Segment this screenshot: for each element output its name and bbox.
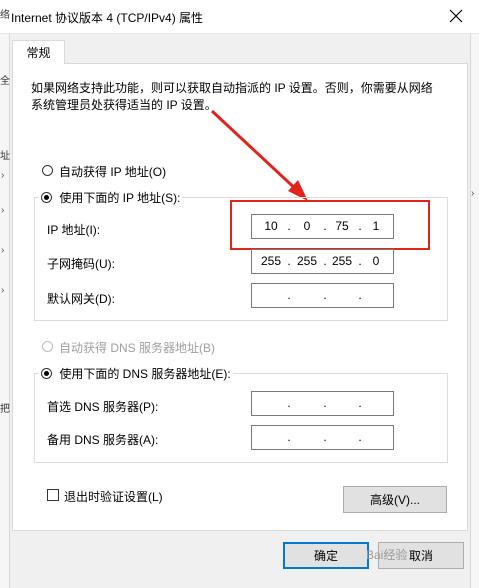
preferred-dns-label: 首选 DNS 服务器(P): (47, 400, 159, 414)
background-text: 址 (0, 151, 10, 162)
advanced-button[interactable]: 高级(V)... (343, 486, 447, 513)
ip-octet: 255 (260, 254, 282, 268)
alternate-dns-field[interactable]: . . . (251, 425, 394, 450)
ip-dot: . (358, 288, 362, 302)
auto-ip-label: 自动获得 IP 地址(O) (59, 165, 167, 179)
advanced-button-label: 高级(V)... (370, 493, 420, 507)
background-arrow-icon: › (1, 285, 5, 296)
ip-dot: . (358, 396, 362, 410)
close-button[interactable] (438, 2, 474, 30)
ip-dot: . (287, 254, 291, 268)
background-text: 络 (0, 10, 10, 21)
ok-button[interactable]: 确定 (283, 542, 369, 569)
ip-octet: 0 (372, 254, 380, 268)
tab-general-label: 常规 (26, 46, 51, 60)
window-title: Internet 协议版本 4 (TCP/IPv4) 属性 (11, 11, 204, 25)
ip-dot: . (358, 430, 362, 444)
subnet-mask-field[interactable]: 255 . 255 . 255 . 0 (251, 249, 394, 274)
background-window-left (0, 34, 10, 588)
cancel-button-label: 取消 (408, 549, 433, 563)
default-gateway-field[interactable]: . . . (251, 283, 394, 308)
manual-dns-option[interactable]: 使用下面的 DNS 服务器地址(E): (39, 365, 233, 382)
ip-octet: 255 (296, 254, 318, 268)
ip-dot: . (287, 396, 291, 410)
title-bar[interactable]: Internet 协议版本 4 (TCP/IPv4) 属性 (0, 0, 479, 34)
alternate-dns-label: 备用 DNS 服务器(A): (47, 433, 159, 447)
ip-dot: . (323, 288, 327, 302)
background-arrow-icon: › (1, 205, 5, 216)
auto-dns-label: 自动获得 DNS 服务器地址(B) (59, 341, 216, 355)
annotation-highlight-box (230, 200, 430, 250)
manual-ip-option[interactable]: 使用下面的 IP 地址(S): (39, 189, 183, 206)
manual-ip-radio[interactable] (41, 192, 52, 203)
ip-dot: . (323, 430, 327, 444)
auto-dns-radio[interactable] (42, 341, 53, 352)
manual-dns-label: 使用下面的 DNS 服务器地址(E): (59, 367, 231, 381)
validate-on-exit-label: 退出时验证设置(L) (64, 490, 163, 504)
ip-dot: . (287, 430, 291, 444)
default-gateway-label: 默认网关(D): (47, 292, 115, 306)
validate-on-exit-option[interactable]: 退出时验证设置(L) (47, 487, 207, 504)
auto-ip-radio[interactable] (42, 165, 53, 176)
tab-general[interactable]: 常规 (12, 40, 65, 64)
ip-octet: 255 (331, 254, 353, 268)
ip-dot: . (287, 288, 291, 302)
background-window-right (470, 34, 479, 588)
ok-button-label: 确定 (313, 549, 338, 563)
watermark: Bai经验 (366, 548, 408, 562)
auto-ip-option[interactable]: 自动获得 IP 地址(O) (41, 162, 241, 179)
auto-dns-option[interactable]: 自动获得 DNS 服务器地址(B) (41, 338, 281, 355)
background-arrow-icon: › (471, 188, 475, 199)
ip-dot: . (323, 396, 327, 410)
manual-ip-label: 使用下面的 IP 地址(S): (59, 191, 181, 205)
annotation-arrow-icon (210, 109, 308, 201)
background-text: 全 (0, 76, 10, 87)
close-icon (449, 9, 463, 23)
ip-dot: . (323, 254, 327, 268)
subnet-mask-label: 子网掩码(U): (47, 257, 115, 271)
manual-dns-radio[interactable] (41, 368, 52, 379)
background-arrow-icon: › (1, 245, 5, 256)
background-arrow-icon: › (1, 170, 5, 181)
preferred-dns-field[interactable]: . . . (251, 391, 394, 416)
background-text: 把 (0, 404, 10, 415)
validate-on-exit-checkbox[interactable] (47, 489, 59, 501)
ip-address-label: IP 地址(I): (47, 223, 101, 237)
